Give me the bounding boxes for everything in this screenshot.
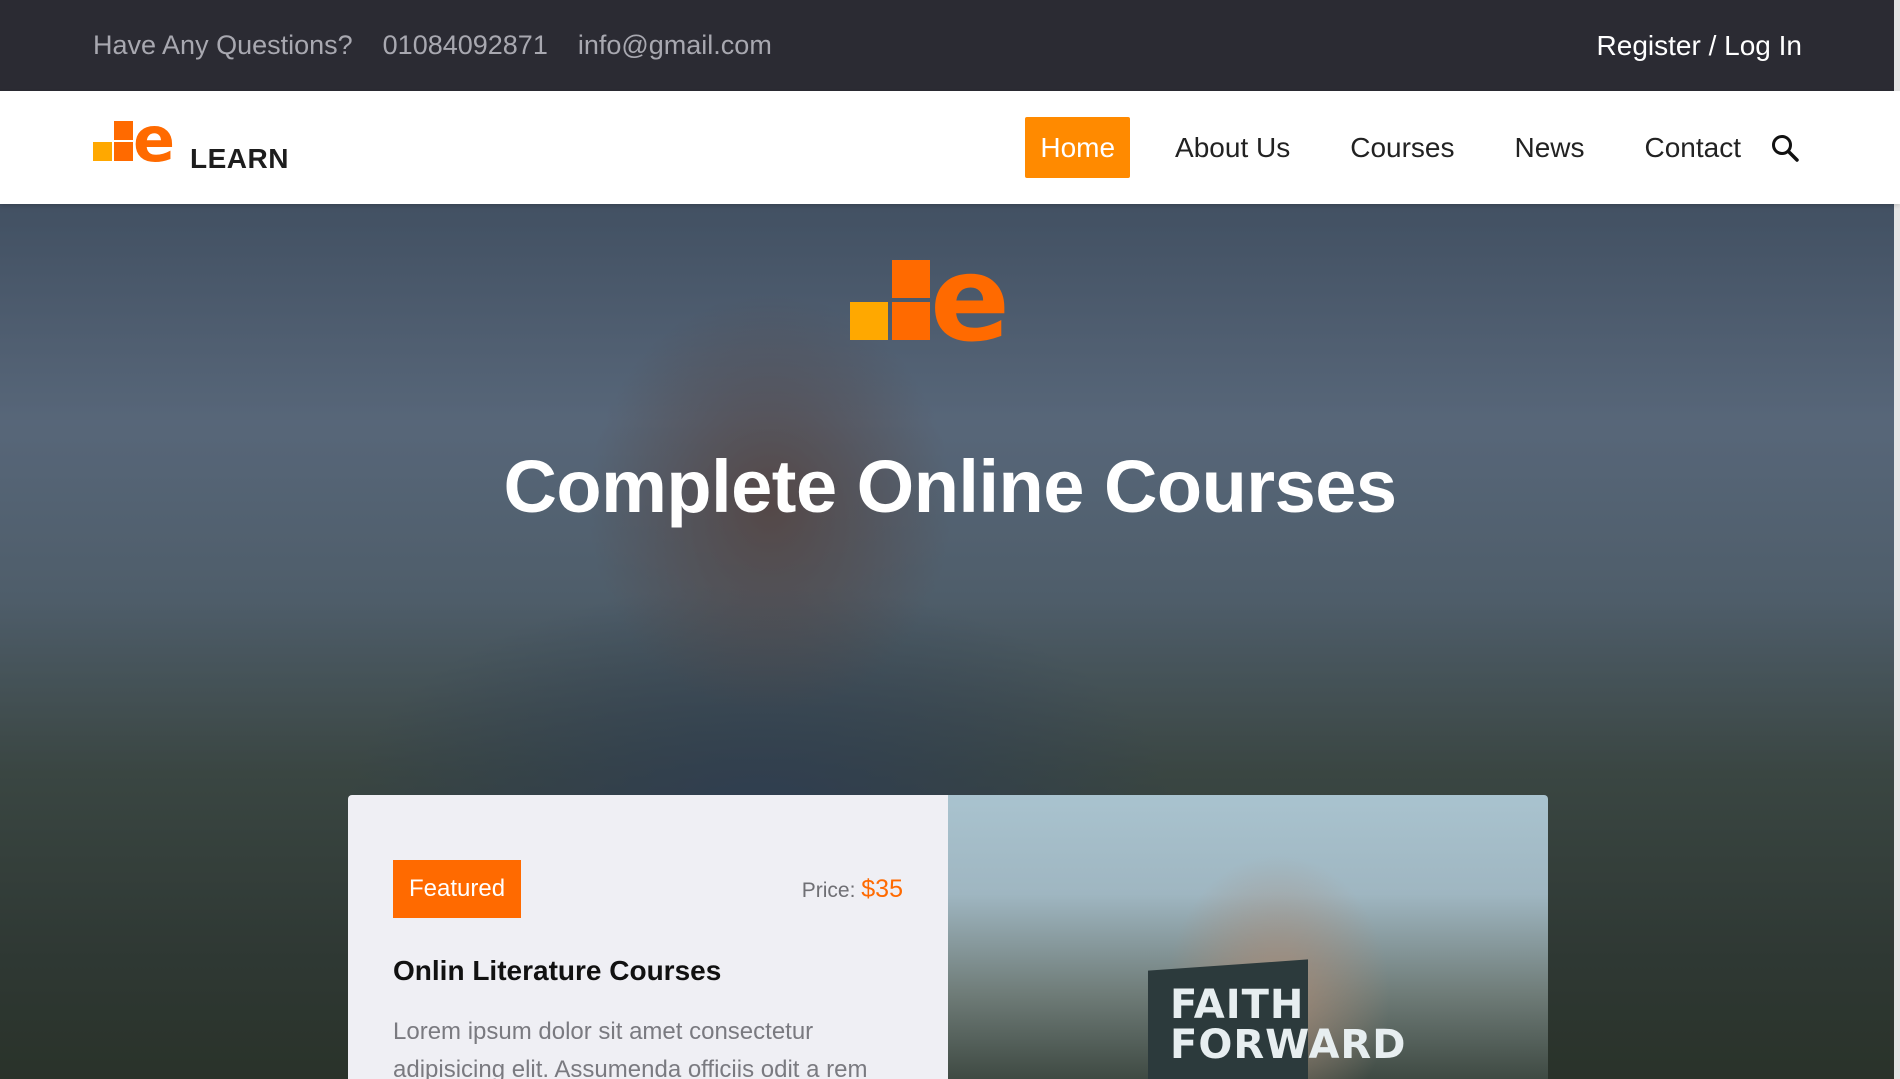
nav-home[interactable]: Home	[1025, 117, 1131, 178]
site-logo[interactable]: e LEARN	[93, 103, 293, 176]
course-image[interactable]: FAITH FORWARD	[948, 795, 1548, 1079]
search-icon[interactable]	[1770, 133, 1800, 163]
course-price: Price: $35	[802, 875, 903, 904]
svg-text:e: e	[930, 252, 1010, 352]
site-header: e LEARN Home About Us Courses News Conta…	[0, 91, 1900, 204]
phone-number[interactable]: 01084092871	[383, 30, 548, 61]
price-value: $35	[861, 875, 903, 903]
nav-courses[interactable]: Courses	[1335, 117, 1469, 178]
svg-text:e: e	[133, 115, 175, 175]
email-address[interactable]: info@gmail.com	[578, 30, 772, 61]
hero-logo-icon: e	[850, 252, 1010, 352]
course-description: Lorem ipsum dolor sit amet consectetur a…	[393, 1018, 868, 1079]
nav-about-us[interactable]: About Us	[1160, 117, 1305, 178]
featured-course-card[interactable]: Featured Price: $35 Onlin Literature Cou…	[348, 795, 1548, 1079]
nav-news[interactable]: News	[1499, 117, 1599, 178]
register-login-link[interactable]: Register / Log In	[1597, 0, 1802, 91]
course-title[interactable]: Onlin Literature Courses	[393, 955, 721, 987]
contact-info: Have Any Questions? 01084092871 info@gma…	[93, 0, 772, 91]
logo-text: LEARN	[190, 143, 289, 174]
main-nav: Home About Us Courses News Contact	[1025, 117, 1799, 178]
course-info-panel: Featured Price: $35 Onlin Literature Cou…	[348, 795, 948, 1079]
question-text: Have Any Questions?	[93, 30, 353, 60]
nav-contact[interactable]: Contact	[1630, 117, 1757, 178]
book-cover-text: FAITH FORWARD	[1170, 982, 1407, 1068]
top-bar: Have Any Questions? 01084092871 info@gma…	[0, 0, 1900, 91]
featured-badge: Featured	[393, 860, 522, 918]
hero-title: Complete Online Courses	[503, 445, 1397, 528]
price-label: Price:	[801, 879, 856, 902]
logo-mark-icon: e	[93, 103, 175, 176]
